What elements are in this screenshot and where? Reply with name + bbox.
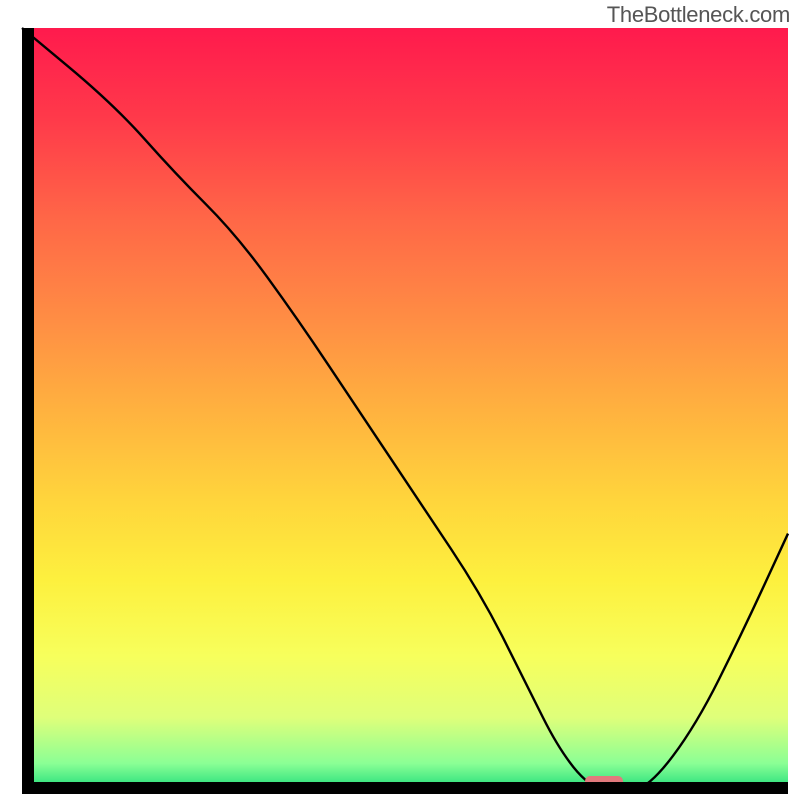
- brand-watermark: TheBottleneck.com: [607, 2, 790, 28]
- x-axis: [22, 782, 788, 794]
- bottleneck-curve: [22, 28, 788, 792]
- chart-line-svg: [22, 28, 788, 794]
- plot-area: [22, 28, 788, 794]
- y-axis: [22, 28, 34, 794]
